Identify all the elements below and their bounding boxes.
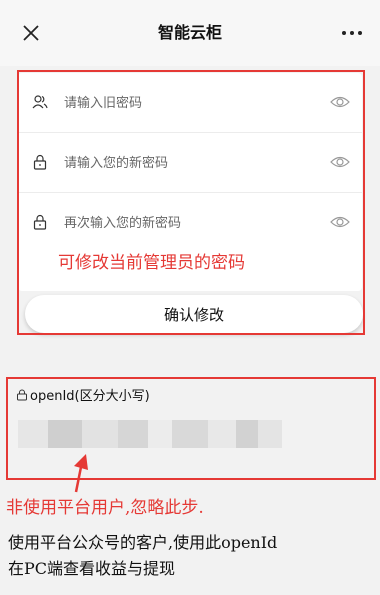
blur-block (148, 420, 172, 448)
more-icon[interactable] (340, 24, 364, 42)
old-password-input[interactable] (64, 91, 304, 115)
eye-icon[interactable] (330, 93, 350, 111)
info-text: 使用平台公众号的客户,使用此openId (8, 533, 278, 552)
password-annotation: 可修改当前管理员的密码 (58, 253, 245, 273)
blur-block (82, 420, 118, 448)
arrow-icon (74, 454, 88, 493)
confirm-password-row (18, 193, 362, 253)
openid-label: openId(区分大小写) (16, 385, 150, 404)
blur-block (258, 420, 282, 448)
eye-icon[interactable] (330, 213, 350, 231)
info-text: 在PC端查看收益与提现 (8, 559, 176, 578)
users-icon (32, 95, 48, 109)
blur-block (208, 420, 236, 448)
eye-icon[interactable] (330, 153, 350, 171)
blur-block (18, 420, 48, 448)
blur-block (236, 420, 258, 448)
blur-block (172, 420, 208, 448)
blur-block (48, 420, 82, 448)
page-title: 智能云柜 (157, 23, 222, 42)
openid-value-blurred (18, 420, 282, 448)
lock-icon (17, 389, 27, 400)
openid-label-text: openId(区分大小写) (30, 389, 150, 404)
non-platform-annotation: 非使用平台用户,忽略此步. (6, 498, 204, 518)
lock-icon (33, 214, 47, 230)
new-password-row (18, 133, 362, 193)
old-password-row (18, 73, 362, 133)
confirm-button[interactable]: 确认修改 (25, 295, 363, 333)
blur-block (118, 420, 148, 448)
confirm-password-input[interactable] (64, 211, 304, 235)
navbar: 智能云柜 (0, 0, 380, 66)
new-password-input[interactable] (64, 151, 304, 175)
lock-icon (33, 154, 47, 170)
